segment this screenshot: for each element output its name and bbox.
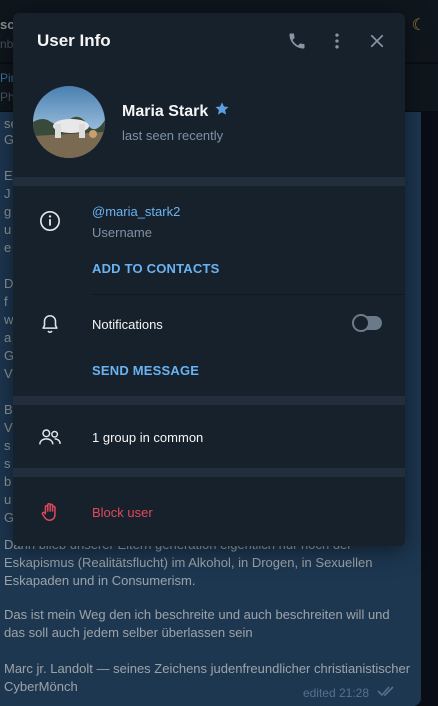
user-info-dialog: User Info Maria Stark last seen recently… [13, 13, 405, 546]
profile-section: Maria Stark last seen recently [13, 69, 405, 177]
send-message-button[interactable]: SEND MESSAGE [92, 363, 199, 378]
profile-name: Maria Stark [122, 102, 209, 120]
phone-icon[interactable] [284, 28, 310, 54]
groups-in-common-label: 1 group in common [92, 430, 204, 445]
dialog-title: User Info [37, 31, 111, 50]
section-separator [13, 396, 405, 405]
hand-stop-icon [37, 499, 63, 525]
more-vertical-icon[interactable] [324, 28, 350, 54]
notifications-toggle[interactable] [352, 314, 382, 332]
close-icon[interactable] [364, 28, 390, 54]
profile-name-row: Maria Stark [122, 101, 230, 122]
username-label: Username [92, 225, 152, 240]
star-icon [214, 101, 230, 122]
section-separator [13, 468, 405, 477]
notifications-label: Notifications [92, 317, 163, 332]
bell-icon [37, 311, 63, 337]
info-icon [37, 208, 63, 234]
section-separator [13, 177, 405, 186]
row-divider [92, 294, 405, 295]
last-seen-status: last seen recently [122, 128, 224, 143]
block-user-label: Block user [92, 505, 153, 520]
avatar[interactable] [33, 86, 105, 158]
dialog-header: User Info [13, 13, 405, 69]
add-to-contacts-button[interactable]: ADD TO CONTACTS [92, 261, 219, 276]
group-icon [37, 424, 63, 450]
toggle-knob [352, 314, 370, 332]
username-link[interactable]: @maria_stark2 [92, 204, 180, 219]
